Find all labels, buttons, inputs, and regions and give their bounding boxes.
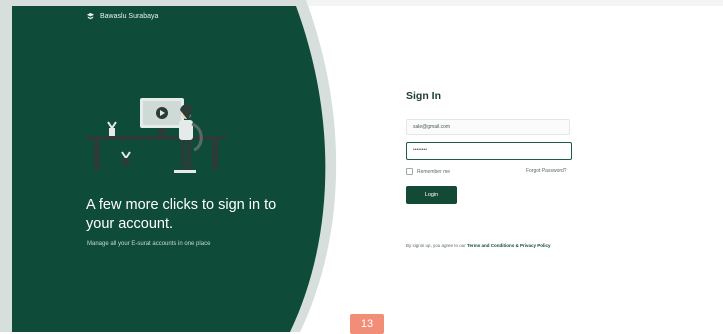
remember-label: Remember me	[417, 168, 451, 175]
terms-prefix: By signin up, you agree to our	[406, 243, 468, 248]
brand[interactable]: Bawaslu Surabaya	[86, 12, 158, 21]
terms-link[interactable]: Terms and Conditions & Privacy Policy	[467, 243, 550, 248]
remember-me[interactable]: Remember me	[406, 168, 450, 175]
terms-notice: By signin up, you agree to our Terms and…	[406, 243, 596, 248]
hero-subtitle: Manage all your E-surat accounts in one …	[87, 241, 211, 247]
login-button[interactable]: Login	[406, 186, 457, 204]
hero-illustration	[86, 98, 226, 173]
sign-in-title: Sign In	[406, 90, 441, 102]
brand-logo-icon	[86, 12, 95, 20]
hero-panel: Bawaslu Surabaya A few more clicks to si…	[0, 0, 340, 332]
app-frame: Bawaslu Surabaya A few more clicks to si…	[0, 0, 723, 334]
password-field[interactable]: ••••••••	[406, 142, 572, 160]
brand-name: Bawaslu Surabaya	[100, 13, 159, 20]
remember-checkbox[interactable]	[406, 168, 413, 175]
page-number-badge: 13	[350, 314, 384, 334]
email-field[interactable]: sale@gmail.com	[406, 119, 570, 135]
forgot-password-link[interactable]: Forgot Password?	[526, 168, 567, 174]
hero-title: A few more clicks to sign in to your acc…	[86, 197, 277, 232]
